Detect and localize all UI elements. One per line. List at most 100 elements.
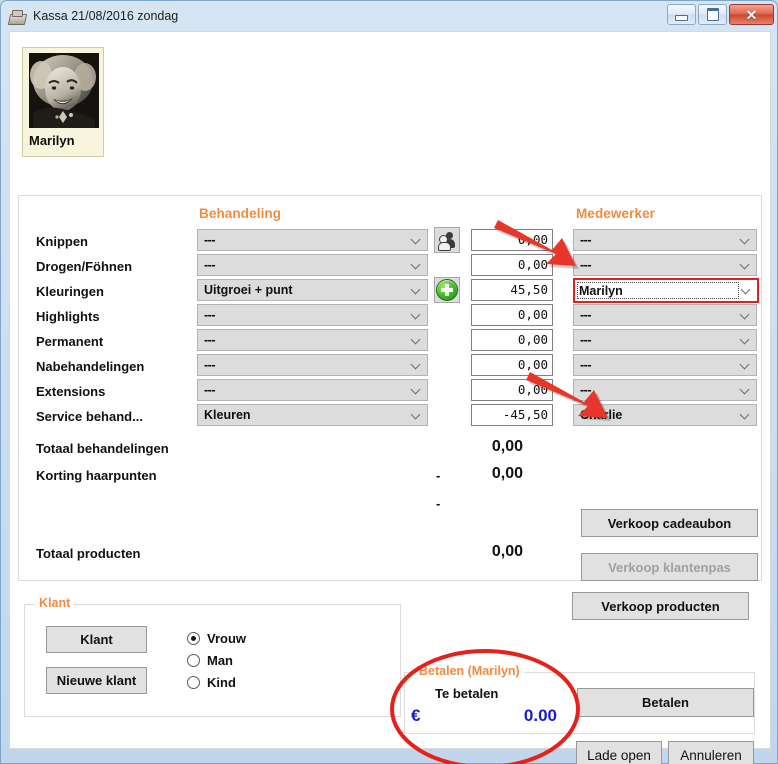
treatment-dropdown-row-6[interactable]: --- [197, 354, 428, 376]
treatment-value-row-2: --- [204, 258, 216, 272]
chevron-down-icon [412, 286, 420, 294]
chevron-down-icon [412, 236, 420, 244]
sell-gift-voucher-button[interactable]: Verkoop cadeaubon [581, 509, 758, 537]
employee-value-row-1: --- [580, 233, 592, 247]
amount-row-6[interactable]: 0,00 [471, 354, 553, 376]
treatment-dropdown-row-8[interactable]: Kleuren [197, 404, 428, 426]
add-treatment-button[interactable] [434, 277, 460, 303]
window-frame: Kassa 21/08/2016 zondag ✕ Marilyn Behand… [0, 0, 778, 764]
open-drawer-button[interactable]: Lade open [576, 741, 662, 764]
column-header-employee: Medewerker [576, 206, 656, 221]
cash-register-icon [7, 8, 28, 25]
chevron-down-icon [741, 411, 749, 419]
total-treatments-value: 0,00 [491, 438, 523, 455]
extra-sign: - [436, 496, 441, 511]
amount-row-4[interactable]: 0,00 [471, 304, 553, 326]
radio-kind-indicator [187, 676, 200, 689]
chevron-down-icon [412, 386, 420, 394]
chevron-down-icon [412, 361, 420, 369]
radio-man-indicator [187, 654, 200, 667]
employee-value-row-5: --- [580, 333, 592, 347]
treatment-value-row-1: --- [204, 233, 216, 247]
currency-symbol: € [411, 706, 421, 725]
row-label-service-behandeling: Service behand... [36, 409, 143, 424]
employee-dropdown-row-2[interactable]: --- [573, 254, 757, 276]
employee-value-row-6: --- [580, 358, 592, 372]
close-icon: ✕ [745, 6, 758, 23]
amount-row-8[interactable]: -45,50 [471, 404, 553, 426]
sell-customer-card-button: Verkoop klantenpas [581, 553, 758, 581]
employee-card[interactable]: Marilyn [22, 47, 104, 157]
avatar [29, 53, 99, 128]
customer-button[interactable]: Klant [46, 626, 147, 653]
radio-vrouw-indicator [187, 632, 200, 645]
plus-icon [436, 279, 458, 301]
treatment-dropdown-row-4[interactable]: --- [197, 304, 428, 326]
radio-kind[interactable]: Kind [187, 675, 236, 690]
chevron-down-icon [741, 361, 749, 369]
minimize-button[interactable] [667, 4, 696, 25]
chevron-down-icon [412, 311, 420, 319]
column-header-treatment: Behandeling [199, 206, 282, 221]
amount-row-1[interactable]: 0,00 [471, 229, 553, 251]
amount-row-7[interactable]: 0,00 [471, 379, 553, 401]
radio-vrouw-label: Vrouw [207, 631, 247, 646]
employee-value-row-2: --- [580, 258, 592, 272]
employee-dropdown-row-3[interactable]: Marilyn [573, 278, 759, 303]
payment-group-title: Betalen (Marilyn) [415, 664, 524, 678]
treatment-dropdown-row-1[interactable]: --- [197, 229, 428, 251]
to-pay-label: Te betalen [435, 686, 499, 701]
radio-vrouw[interactable]: Vrouw [187, 631, 246, 646]
title-bar: Kassa 21/08/2016 zondag ✕ [1, 1, 778, 31]
employee-value-row-4: --- [580, 308, 592, 322]
treatment-dropdown-row-5[interactable]: --- [197, 329, 428, 351]
employee-dropdown-row-5[interactable]: --- [573, 329, 757, 351]
treatment-dropdown-row-7[interactable]: --- [197, 379, 428, 401]
chevron-down-icon [741, 261, 749, 269]
chevron-down-icon [741, 336, 749, 344]
radio-man-label: Man [207, 653, 233, 668]
client-area: Marilyn Behandeling Medewerker Knippen -… [9, 31, 771, 764]
employee-value-row-3: Marilyn [579, 283, 623, 298]
close-button[interactable]: ✕ [729, 4, 774, 25]
window-controls: ✕ [667, 4, 774, 25]
select-employee-button[interactable] [434, 227, 460, 253]
amount-row-2[interactable]: 0,00 [471, 254, 553, 276]
treatment-dropdown-row-3[interactable]: Uitgroei + punt [197, 279, 428, 301]
treatment-value-row-7: --- [204, 383, 216, 397]
employee-dropdown-row-4[interactable]: --- [573, 304, 757, 326]
maximize-button[interactable] [698, 4, 727, 25]
chevron-down-icon [741, 386, 749, 394]
total-products-value: 0,00 [491, 543, 523, 560]
employee-dropdown-row-1[interactable]: --- [573, 229, 757, 251]
application-window: Kassa 21/08/2016 zondag ✕ Marilyn Behand… [0, 0, 778, 764]
employee-dropdown-row-7[interactable]: --- [573, 379, 757, 401]
new-customer-button[interactable]: Nieuwe klant [46, 667, 147, 694]
amount-row-3[interactable]: 45,50 [471, 279, 553, 301]
total-products-label: Totaal producten [36, 546, 141, 561]
treatment-value-row-6: --- [204, 358, 216, 372]
discount-label: Korting haarpunten [36, 468, 157, 483]
treatment-value-row-5: --- [204, 333, 216, 347]
radio-man[interactable]: Man [187, 653, 233, 668]
minimize-icon [675, 14, 688, 21]
treatment-dropdown-row-2[interactable]: --- [197, 254, 428, 276]
treatment-value-row-4: --- [204, 308, 216, 322]
row-label-drogen-fohnen: Drogen/Föhnen [36, 259, 133, 274]
chevron-down-icon [741, 236, 749, 244]
sell-products-button[interactable]: Verkoop producten [572, 592, 749, 620]
row-label-kleuringen: Kleuringen [36, 284, 104, 299]
employee-dropdown-row-8[interactable]: Charlie [573, 404, 757, 426]
amount-row-5[interactable]: 0,00 [471, 329, 553, 351]
pay-button[interactable]: Betalen [577, 688, 754, 717]
chevron-down-icon [741, 311, 749, 319]
customer-group-title: Klant [35, 596, 75, 610]
employee-name: Marilyn [29, 133, 75, 148]
employee-value-row-7: --- [580, 383, 592, 397]
chevron-down-icon [412, 411, 420, 419]
cancel-button[interactable]: Annuleren [668, 741, 754, 764]
employee-dropdown-row-6[interactable]: --- [573, 354, 757, 376]
treatment-value-row-3: Uitgroei + punt [204, 283, 293, 297]
row-label-permanent: Permanent [36, 334, 104, 349]
chevron-down-icon [742, 286, 750, 294]
